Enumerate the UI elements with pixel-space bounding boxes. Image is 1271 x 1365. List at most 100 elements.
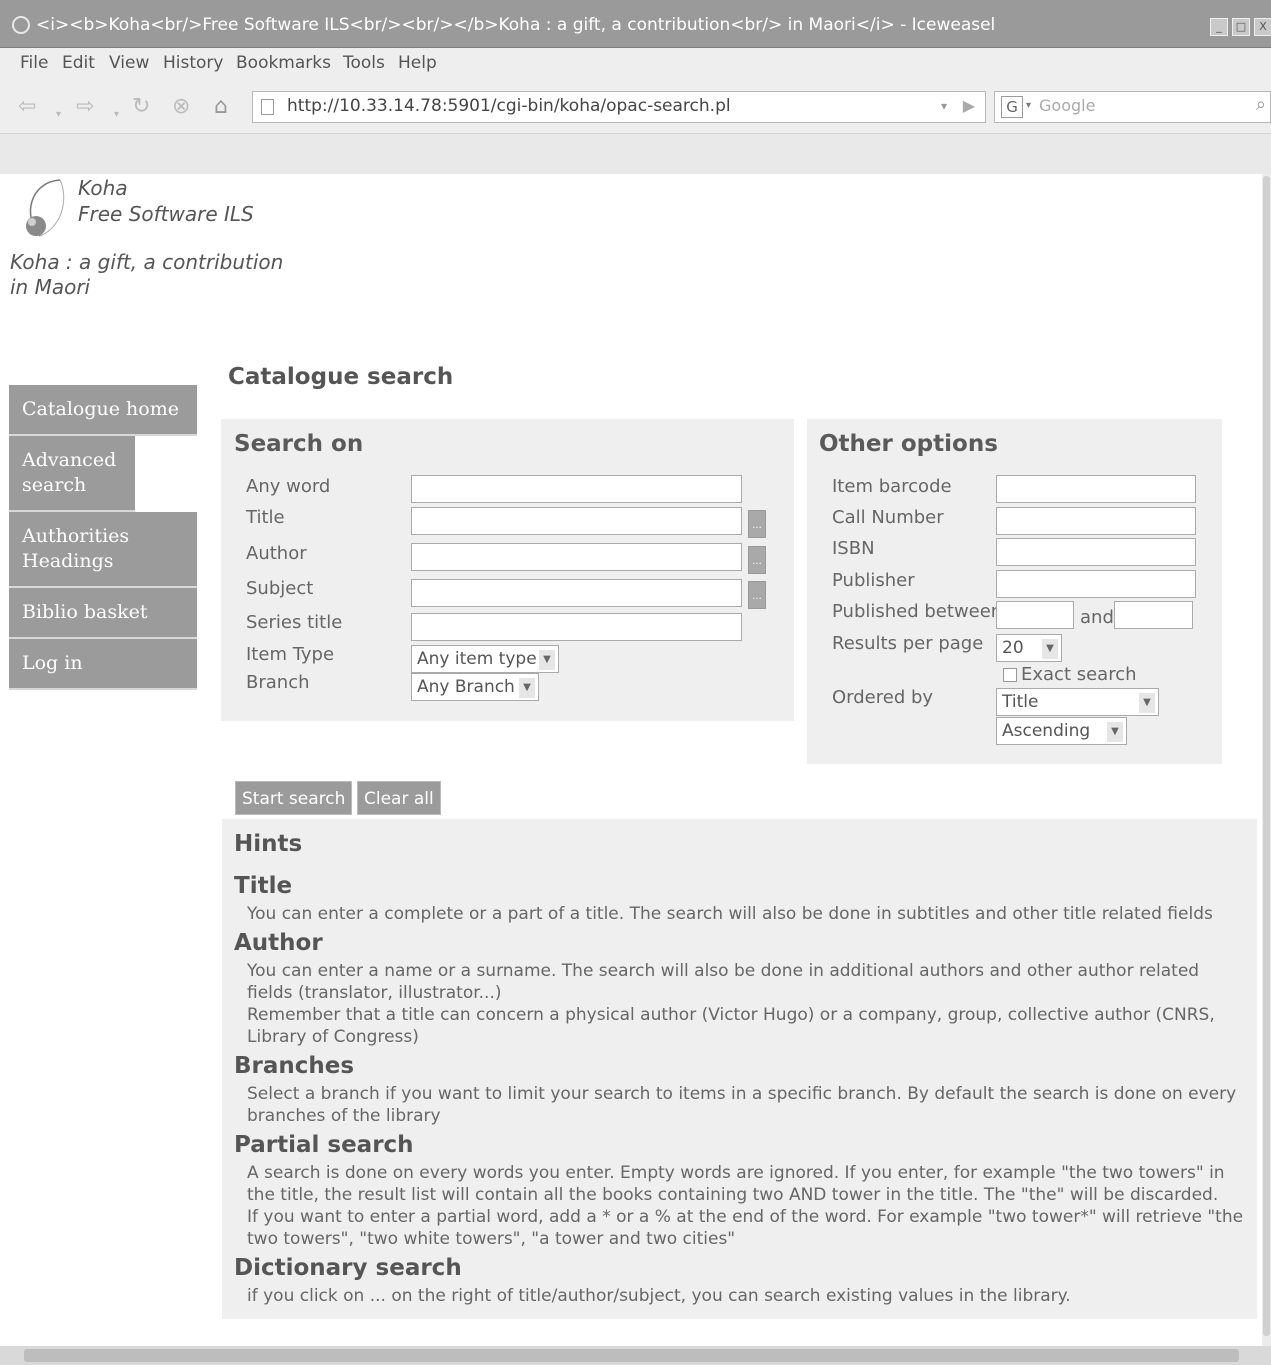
- url-dropdown-icon[interactable]: ▾: [941, 99, 947, 113]
- window-title: <i><b>Koha<br/>Free Software ILS<br/><br…: [36, 15, 996, 35]
- web-search-box[interactable]: G ▾ Google ⌕: [994, 91, 1271, 123]
- sidebar-item-authorities-headings[interactable]: Authorities Headings: [9, 512, 197, 588]
- item-barcode-label: Item barcode: [832, 476, 952, 497]
- published-from-input[interactable]: [996, 601, 1074, 629]
- menu-help[interactable]: Help: [398, 53, 437, 73]
- item-type-label: Item Type: [246, 644, 335, 665]
- stop-icon[interactable]: ⊗: [172, 94, 190, 120]
- and-label: and: [1080, 607, 1114, 628]
- sidebar-item-biblio-basket[interactable]: Biblio basket: [9, 588, 197, 639]
- hint-partial-search-text: A search is done on every words you ente…: [247, 1163, 1225, 1205]
- results-per-page-select[interactable]: 20 ▼: [996, 634, 1062, 662]
- menu-history[interactable]: History: [163, 53, 223, 73]
- menu-edit[interactable]: Edit: [62, 53, 95, 73]
- search-on-heading: Search on: [234, 431, 364, 457]
- branch-value: Any Branch: [417, 677, 515, 697]
- exact-search-label: Exact search: [1021, 664, 1137, 685]
- author-dictionary-button[interactable]: ...: [748, 546, 766, 574]
- menu-bar: File Edit View History Bookmarks Tools H…: [0, 48, 1271, 82]
- hint-author-heading: Author: [234, 930, 323, 956]
- order-direction-select[interactable]: Ascending ▼: [996, 717, 1127, 745]
- web-search-placeholder[interactable]: Google: [1039, 96, 1095, 115]
- other-options-heading: Other options: [819, 431, 998, 457]
- minimize-icon[interactable]: _: [1210, 18, 1228, 36]
- hint-author-text-2: Remember that a title can concern a phys…: [247, 1005, 1215, 1047]
- hint-title-text: You can enter a complete or a part of a …: [247, 904, 1213, 924]
- branch-select[interactable]: Any Branch ▼: [411, 673, 539, 701]
- page-title: Catalogue search: [228, 364, 454, 390]
- home-icon[interactable]: ⌂: [214, 94, 228, 120]
- hint-partial-search-heading: Partial search: [234, 1132, 414, 1158]
- author-label: Author: [246, 543, 307, 564]
- results-per-page-label: Results per page: [832, 633, 984, 654]
- title-label: Title: [246, 507, 285, 528]
- series-title-input[interactable]: [411, 613, 742, 641]
- isbn-label: ISBN: [832, 538, 875, 559]
- menu-file[interactable]: File: [20, 53, 48, 73]
- close-icon[interactable]: X: [1254, 18, 1271, 36]
- hint-title-heading: Title: [234, 873, 293, 899]
- hints-panel: Hints Title You can enter a complete or …: [222, 819, 1257, 1319]
- exact-search-checkbox[interactable]: [1003, 668, 1017, 682]
- library-tagline: Koha : a gift, a contribution: [10, 250, 284, 274]
- item-type-select[interactable]: Any item type ▼: [411, 645, 559, 673]
- engine-dropdown-icon[interactable]: ▾: [1026, 100, 1031, 111]
- magnifier-icon[interactable]: ⌕: [1256, 94, 1266, 115]
- menu-tools[interactable]: Tools: [343, 53, 385, 73]
- bookmarks-toolbar: [0, 134, 1271, 174]
- google-engine-icon[interactable]: G: [1001, 96, 1023, 118]
- vertical-scrollbar-thumb[interactable]: [1263, 176, 1270, 1336]
- reload-icon[interactable]: ↻: [132, 94, 150, 120]
- results-per-page-value: 20: [1002, 638, 1024, 658]
- sidebar-item-catalogue-home[interactable]: Catalogue home: [9, 385, 197, 436]
- order-direction-value: Ascending: [1002, 721, 1091, 741]
- order-field-value: Title: [1002, 692, 1039, 712]
- title-input[interactable]: [411, 507, 742, 535]
- other-options-panel: Other options Item barcode Call Number I…: [807, 419, 1222, 764]
- isbn-input[interactable]: [996, 538, 1196, 566]
- subject-dictionary-button[interactable]: ...: [748, 581, 766, 609]
- horizontal-scrollbar[interactable]: [0, 1346, 1271, 1365]
- horizontal-scrollbar-thumb[interactable]: [24, 1349, 1239, 1362]
- url-text[interactable]: http://10.33.14.78:5901/cgi-bin/koha/opa…: [287, 96, 731, 116]
- iceweasel-icon: [12, 16, 30, 34]
- menu-bookmarks[interactable]: Bookmarks: [236, 53, 331, 73]
- page-viewport: Koha Free Software ILS Koha : a gift, a …: [0, 174, 1262, 1346]
- search-on-panel: Search on Any word Title ... Author ... …: [221, 419, 794, 721]
- hint-branches-text: Select a branch if you want to limit you…: [247, 1084, 1237, 1126]
- go-icon[interactable]: ▶: [963, 96, 975, 115]
- start-search-button[interactable]: Start search: [235, 781, 353, 815]
- call-number-label: Call Number: [832, 507, 944, 528]
- logo-title: Koha: [78, 176, 128, 200]
- vertical-scrollbar[interactable]: [1262, 174, 1271, 1346]
- forward-dropdown-icon[interactable]: ▾: [114, 102, 119, 128]
- order-field-select[interactable]: Title ▼: [996, 688, 1159, 716]
- chevron-down-icon: ▼: [1107, 722, 1123, 742]
- subject-input[interactable]: [411, 579, 742, 607]
- item-barcode-input[interactable]: [996, 475, 1196, 503]
- hint-dictionary-search-heading: Dictionary search: [234, 1255, 462, 1281]
- author-input[interactable]: [411, 543, 742, 571]
- sidebar-item-advanced-search[interactable]: Advanced search: [9, 436, 135, 512]
- url-bar[interactable]: http://10.33.14.78:5901/cgi-bin/koha/opa…: [252, 91, 986, 123]
- publisher-label: Publisher: [832, 570, 915, 591]
- call-number-input[interactable]: [996, 507, 1196, 535]
- page-icon: [261, 99, 274, 115]
- hint-dictionary-search-text: if you click on ... on the right of titl…: [247, 1286, 1071, 1306]
- clear-all-button[interactable]: Clear all: [357, 781, 441, 815]
- back-icon[interactable]: ⇦: [18, 94, 36, 120]
- branch-label: Branch: [246, 672, 310, 693]
- any-word-label: Any word: [246, 476, 331, 497]
- forward-icon[interactable]: ⇨: [76, 94, 94, 120]
- menu-view[interactable]: View: [109, 53, 149, 73]
- item-type-value: Any item type: [417, 649, 537, 669]
- sidebar-item-log-in[interactable]: Log in: [9, 639, 197, 690]
- publisher-input[interactable]: [996, 570, 1196, 598]
- published-to-input[interactable]: [1114, 601, 1193, 629]
- navigation-toolbar: ⇦ ▾ ⇨ ▾ ↻ ⊗ ⌂ http://10.33.14.78:5901/cg…: [0, 82, 1271, 134]
- maximize-icon[interactable]: □: [1232, 18, 1250, 36]
- back-dropdown-icon[interactable]: ▾: [56, 102, 61, 128]
- title-dictionary-button[interactable]: ...: [748, 510, 766, 538]
- window-titlebar: <i><b>Koha<br/>Free Software ILS<br/><br…: [0, 0, 1271, 48]
- any-word-input[interactable]: [411, 475, 742, 503]
